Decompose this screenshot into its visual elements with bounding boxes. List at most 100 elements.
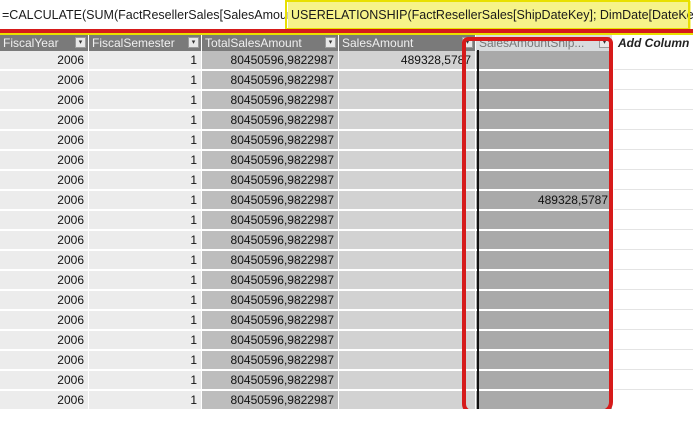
cell-year[interactable]: 2006 [0,291,89,310]
cell-empty[interactable] [614,231,693,250]
cell-total[interactable]: 80450596,9822987 [202,151,339,170]
cell-semester[interactable]: 1 [89,251,202,270]
cell-sales[interactable] [339,311,476,330]
cell-sales[interactable]: 489328,5787 [339,51,476,70]
column-header-totalsalesamount[interactable]: TotalSalesAmount ▾ [202,35,339,51]
cell-year[interactable]: 2006 [0,251,89,270]
cell-year[interactable]: 2006 [0,271,89,290]
cell-semester[interactable]: 1 [89,331,202,350]
cell-year[interactable]: 2006 [0,191,89,210]
cell-sales[interactable] [339,71,476,90]
cell-year[interactable]: 2006 [0,371,89,390]
table-row[interactable]: 2006 1 80450596,9822987 [0,211,693,231]
cell-total[interactable]: 80450596,9822987 [202,311,339,330]
cell-semester[interactable]: 1 [89,191,202,210]
cell-year[interactable]: 2006 [0,211,89,230]
cell-year[interactable]: 2006 [0,131,89,150]
cell-ship[interactable] [476,91,613,110]
cell-empty[interactable] [614,251,693,270]
formula-bar[interactable]: =CALCULATE(SUM(FactResellerSales[SalesAm… [0,0,693,32]
cell-year[interactable]: 2006 [0,111,89,130]
cell-ship[interactable] [476,51,613,70]
cell-total[interactable]: 80450596,9822987 [202,291,339,310]
cell-empty[interactable] [614,71,693,90]
cell-total[interactable]: 80450596,9822987 [202,371,339,390]
cell-sales[interactable] [339,391,476,410]
cell-total[interactable]: 80450596,9822987 [202,51,339,70]
cell-ship[interactable] [476,271,613,290]
cell-ship[interactable] [476,251,613,270]
cell-year[interactable]: 2006 [0,351,89,370]
cell-year[interactable]: 2006 [0,91,89,110]
cell-ship[interactable] [476,71,613,90]
filter-dropdown-icon[interactable]: ▾ [462,37,473,48]
table-row[interactable]: 2006 1 80450596,9822987 [0,391,693,411]
table-row[interactable]: 2006 1 80450596,9822987 [0,311,693,331]
table-row[interactable]: 2006 1 80450596,9822987 489328,5787 [0,191,693,211]
cell-year[interactable]: 2006 [0,231,89,250]
cell-ship[interactable] [476,331,613,350]
cell-sales[interactable] [339,351,476,370]
add-column-header[interactable]: Add Column [614,35,693,51]
cell-sales[interactable] [339,291,476,310]
filter-dropdown-icon[interactable]: ▾ [188,37,199,48]
cell-semester[interactable]: 1 [89,171,202,190]
cell-ship[interactable] [476,311,613,330]
cell-sales[interactable] [339,231,476,250]
cell-total[interactable]: 80450596,9822987 [202,191,339,210]
cell-empty[interactable] [614,111,693,130]
cell-sales[interactable] [339,371,476,390]
cell-total[interactable]: 80450596,9822987 [202,91,339,110]
cell-empty[interactable] [614,91,693,110]
cell-sales[interactable] [339,271,476,290]
cell-total[interactable]: 80450596,9822987 [202,251,339,270]
cell-empty[interactable] [614,271,693,290]
cell-ship[interactable] [476,231,613,250]
filter-dropdown-icon[interactable]: ▾ [75,37,86,48]
formula-highlighted-text[interactable]: USERELATIONSHIP(FactResellerSales[ShipDa… [288,1,693,30]
cell-ship[interactable] [476,171,613,190]
column-header-fiscalsemester[interactable]: FiscalSemester ▾ [89,35,202,51]
cell-ship[interactable] [476,291,613,310]
formula-text[interactable]: =CALCULATE(SUM(FactResellerSales[SalesAm… [2,0,308,31]
cell-sales[interactable] [339,211,476,230]
cell-empty[interactable] [614,51,693,70]
table-row[interactable]: 2006 1 80450596,9822987 [0,251,693,271]
table-row[interactable]: 2006 1 80450596,9822987 [0,231,693,251]
table-row[interactable]: 2006 1 80450596,9822987 [0,271,693,291]
cell-semester[interactable]: 1 [89,111,202,130]
cell-year[interactable]: 2006 [0,331,89,350]
cell-sales[interactable] [339,91,476,110]
cell-empty[interactable] [614,171,693,190]
table-row[interactable]: 2006 1 80450596,9822987 [0,131,693,151]
cell-semester[interactable]: 1 [89,391,202,410]
cell-ship[interactable] [476,131,613,150]
cell-semester[interactable]: 1 [89,271,202,290]
filter-dropdown-icon[interactable]: ▾ [599,37,610,48]
cell-empty[interactable] [614,211,693,230]
cell-sales[interactable] [339,111,476,130]
cell-sales[interactable] [339,331,476,350]
cell-year[interactable]: 2006 [0,171,89,190]
cell-semester[interactable]: 1 [89,231,202,250]
cell-total[interactable]: 80450596,9822987 [202,271,339,290]
table-row[interactable]: 2006 1 80450596,9822987 [0,371,693,391]
cell-year[interactable]: 2006 [0,51,89,70]
cell-semester[interactable]: 1 [89,211,202,230]
cell-empty[interactable] [614,291,693,310]
table-row[interactable]: 2006 1 80450596,9822987 [0,91,693,111]
cell-semester[interactable]: 1 [89,371,202,390]
table-row[interactable]: 2006 1 80450596,9822987 489328,5787 [0,51,693,71]
cell-sales[interactable] [339,251,476,270]
cell-total[interactable]: 80450596,9822987 [202,111,339,130]
cell-semester[interactable]: 1 [89,91,202,110]
table-row[interactable]: 2006 1 80450596,9822987 [0,171,693,191]
table-row[interactable]: 2006 1 80450596,9822987 [0,351,693,371]
cell-sales[interactable] [339,171,476,190]
cell-total[interactable]: 80450596,9822987 [202,71,339,90]
cell-ship[interactable] [476,351,613,370]
table-row[interactable]: 2006 1 80450596,9822987 [0,331,693,351]
cell-semester[interactable]: 1 [89,51,202,70]
cell-sales[interactable] [339,191,476,210]
column-header-fiscalyear[interactable]: FiscalYear ▾ [0,35,89,51]
